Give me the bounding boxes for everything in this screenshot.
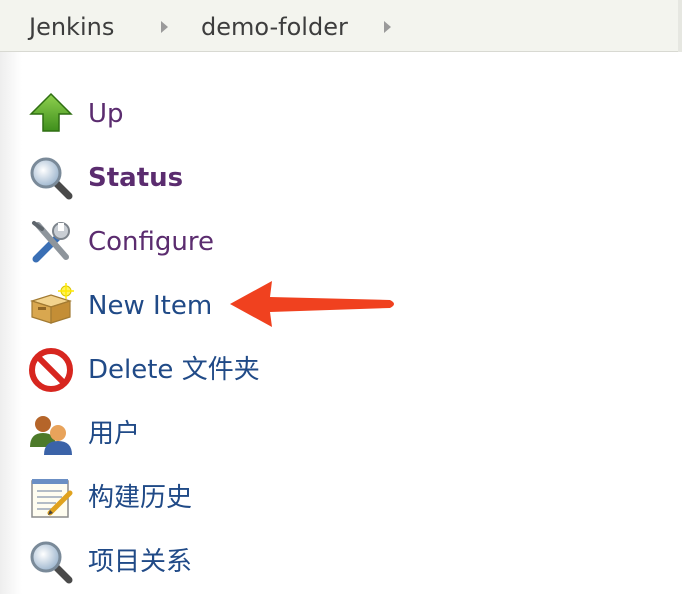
no-entry-icon	[29, 348, 73, 392]
side-panel-shade	[0, 52, 22, 594]
magnifier-icon	[30, 157, 73, 200]
users-icon	[30, 416, 72, 455]
scrollbar-edge	[678, 0, 682, 52]
breadcrumb-item-jenkins[interactable]: Jenkins	[29, 13, 114, 41]
breadcrumb-item-folder[interactable]: demo-folder	[201, 13, 348, 41]
task-build-history[interactable]: 构建历史	[28, 471, 448, 521]
task-project-relationship[interactable]: 项目关系	[28, 535, 448, 585]
task-status[interactable]: Status	[28, 151, 448, 201]
task-label-project-relationship[interactable]: 项目关系	[88, 546, 192, 578]
task-label-new-item[interactable]: New Item	[88, 290, 212, 322]
package-icon	[30, 283, 74, 324]
task-label-up[interactable]: Up	[88, 98, 124, 130]
notepad-icon	[31, 479, 73, 518]
breadcrumb-separator-icon[interactable]	[161, 21, 168, 33]
task-label-build-history[interactable]: 构建历史	[88, 482, 192, 514]
tools-icon	[32, 221, 70, 263]
breadcrumb: Jenkins demo-folder	[0, 0, 682, 52]
task-label-users[interactable]: 用户	[88, 418, 140, 450]
task-configure[interactable]: Configure	[28, 215, 448, 265]
task-label-configure[interactable]: Configure	[88, 226, 214, 258]
magnifier-icon	[30, 541, 73, 584]
task-new-item[interactable]: New Item	[28, 279, 448, 329]
task-users[interactable]: 用户	[28, 407, 448, 457]
breadcrumb-separator-icon[interactable]	[384, 21, 391, 33]
task-label-delete-folder[interactable]: Delete 文件夹	[88, 354, 260, 386]
task-label-status[interactable]: Status	[88, 162, 183, 194]
up-arrow-icon	[29, 92, 73, 132]
task-delete-folder[interactable]: Delete 文件夹	[28, 343, 448, 393]
task-up[interactable]: Up	[28, 87, 448, 137]
